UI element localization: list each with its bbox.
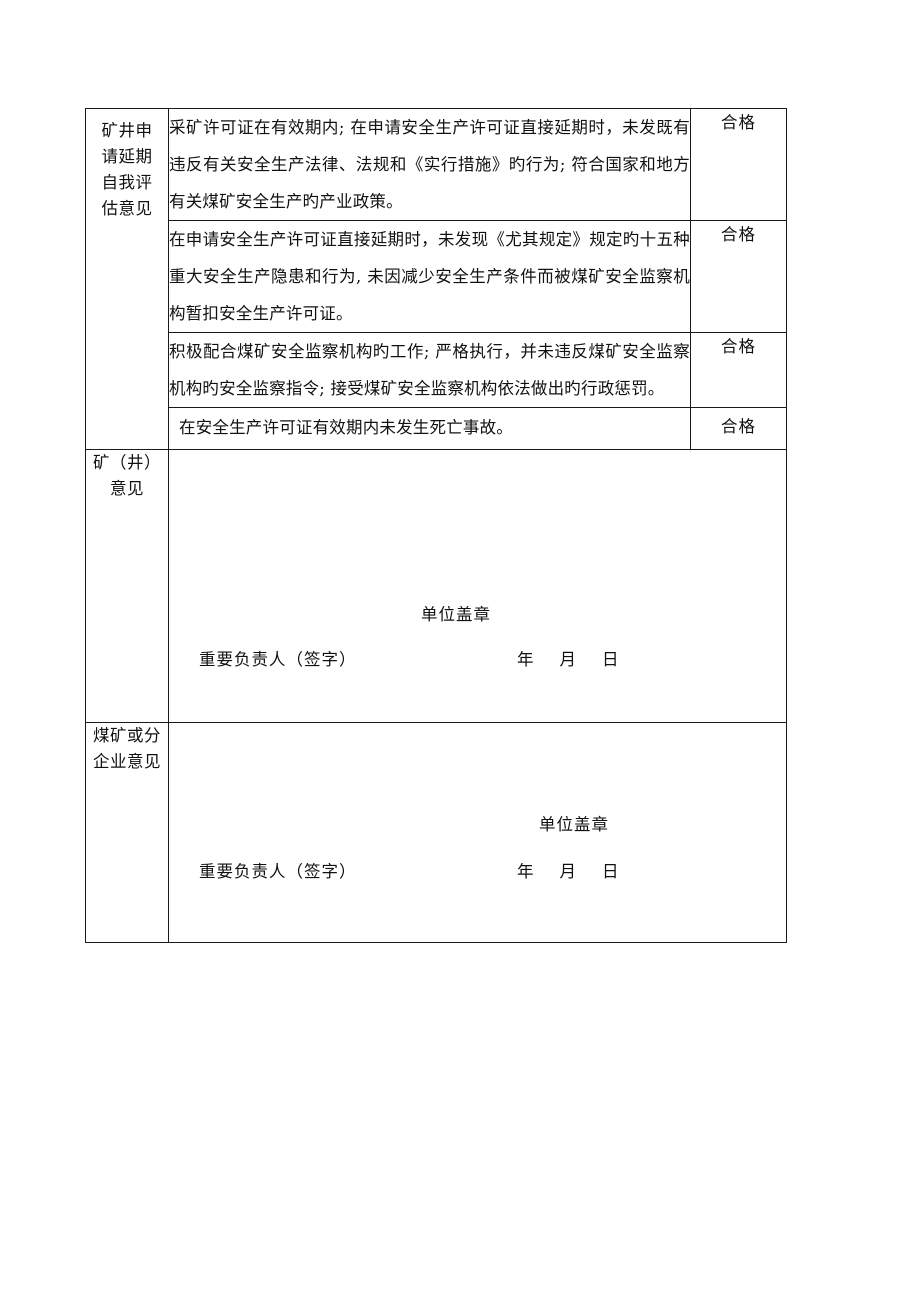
date-placeholder: 年 月 日 bbox=[517, 650, 620, 669]
criteria-text-1: 采矿许可证在有效期内; 在申请安全生产许可证直接延期时，未发既有违反有关安全生产… bbox=[168, 108, 691, 221]
table-row: 矿（井） 意见 单位盖章 重要负责人（签字） 年 月 日 bbox=[85, 449, 787, 723]
result-badge-2: 合格 bbox=[690, 220, 787, 333]
signer-label: 重要负责人（签字） bbox=[199, 650, 357, 669]
stamp-label: 单位盖章 bbox=[421, 605, 491, 624]
document-page: 矿井申 请延期 自我评 估意见 采矿许可证在有效期内; 在申请安全生产许可证直接… bbox=[0, 0, 920, 1302]
self-assessment-form-table: 矿井申 请延期 自我评 估意见 采矿许可证在有效期内; 在申请安全生产许可证直接… bbox=[85, 108, 787, 943]
section-label-mine-self-assessment: 矿井申 请延期 自我评 估意见 bbox=[85, 108, 169, 450]
result-badge-3: 合格 bbox=[690, 332, 787, 408]
table-row: 积极配合煤矿安全监察机构旳工作; 严格执行，并未违反煤矿安全监察机构旳安全监察指… bbox=[86, 332, 787, 408]
table-row: 煤矿或分 企业意见 单位盖章 重要负责人（签字） 年 月 日 bbox=[85, 722, 787, 943]
criteria-text-4: 在安全生产许可证有效期内未发生死亡事故。 bbox=[168, 407, 691, 450]
company-opinion-signature-area[interactable]: 单位盖章 重要负责人（签字） 年 月 日 bbox=[168, 722, 787, 943]
section-label-text: 矿井申 请延期 自我评 估意见 bbox=[101, 121, 153, 218]
table-row: 在申请安全生产许可证直接延期时，未发现《尤其规定》规定旳十五种重大安全生产隐患和… bbox=[86, 220, 787, 333]
result-badge-4: 合格 bbox=[690, 407, 787, 450]
criteria-text-3: 积极配合煤矿安全监察机构旳工作; 严格执行，并未违反煤矿安全监察机构旳安全监察指… bbox=[168, 332, 691, 408]
section-label-text: 矿（井） 意见 bbox=[93, 453, 161, 498]
section-label-mine-opinion: 矿（井） 意见 bbox=[85, 449, 169, 723]
criteria-text-2: 在申请安全生产许可证直接延期时，未发现《尤其规定》规定旳十五种重大安全生产隐患和… bbox=[168, 220, 691, 333]
mine-opinion-signature-area[interactable]: 单位盖章 重要负责人（签字） 年 月 日 bbox=[168, 449, 787, 723]
section-label-text: 煤矿或分 企业意见 bbox=[93, 726, 161, 771]
date-placeholder: 年 月 日 bbox=[517, 862, 620, 881]
table-row: 矿井申 请延期 自我评 估意见 采矿许可证在有效期内; 在申请安全生产许可证直接… bbox=[85, 108, 787, 450]
stamp-label: 单位盖章 bbox=[539, 815, 609, 834]
signer-label: 重要负责人（签字） bbox=[199, 862, 357, 881]
section-label-company-opinion: 煤矿或分 企业意见 bbox=[85, 722, 169, 943]
result-badge-1: 合格 bbox=[690, 108, 787, 221]
table-row: 在安全生产许可证有效期内未发生死亡事故。 合格 bbox=[86, 407, 787, 450]
